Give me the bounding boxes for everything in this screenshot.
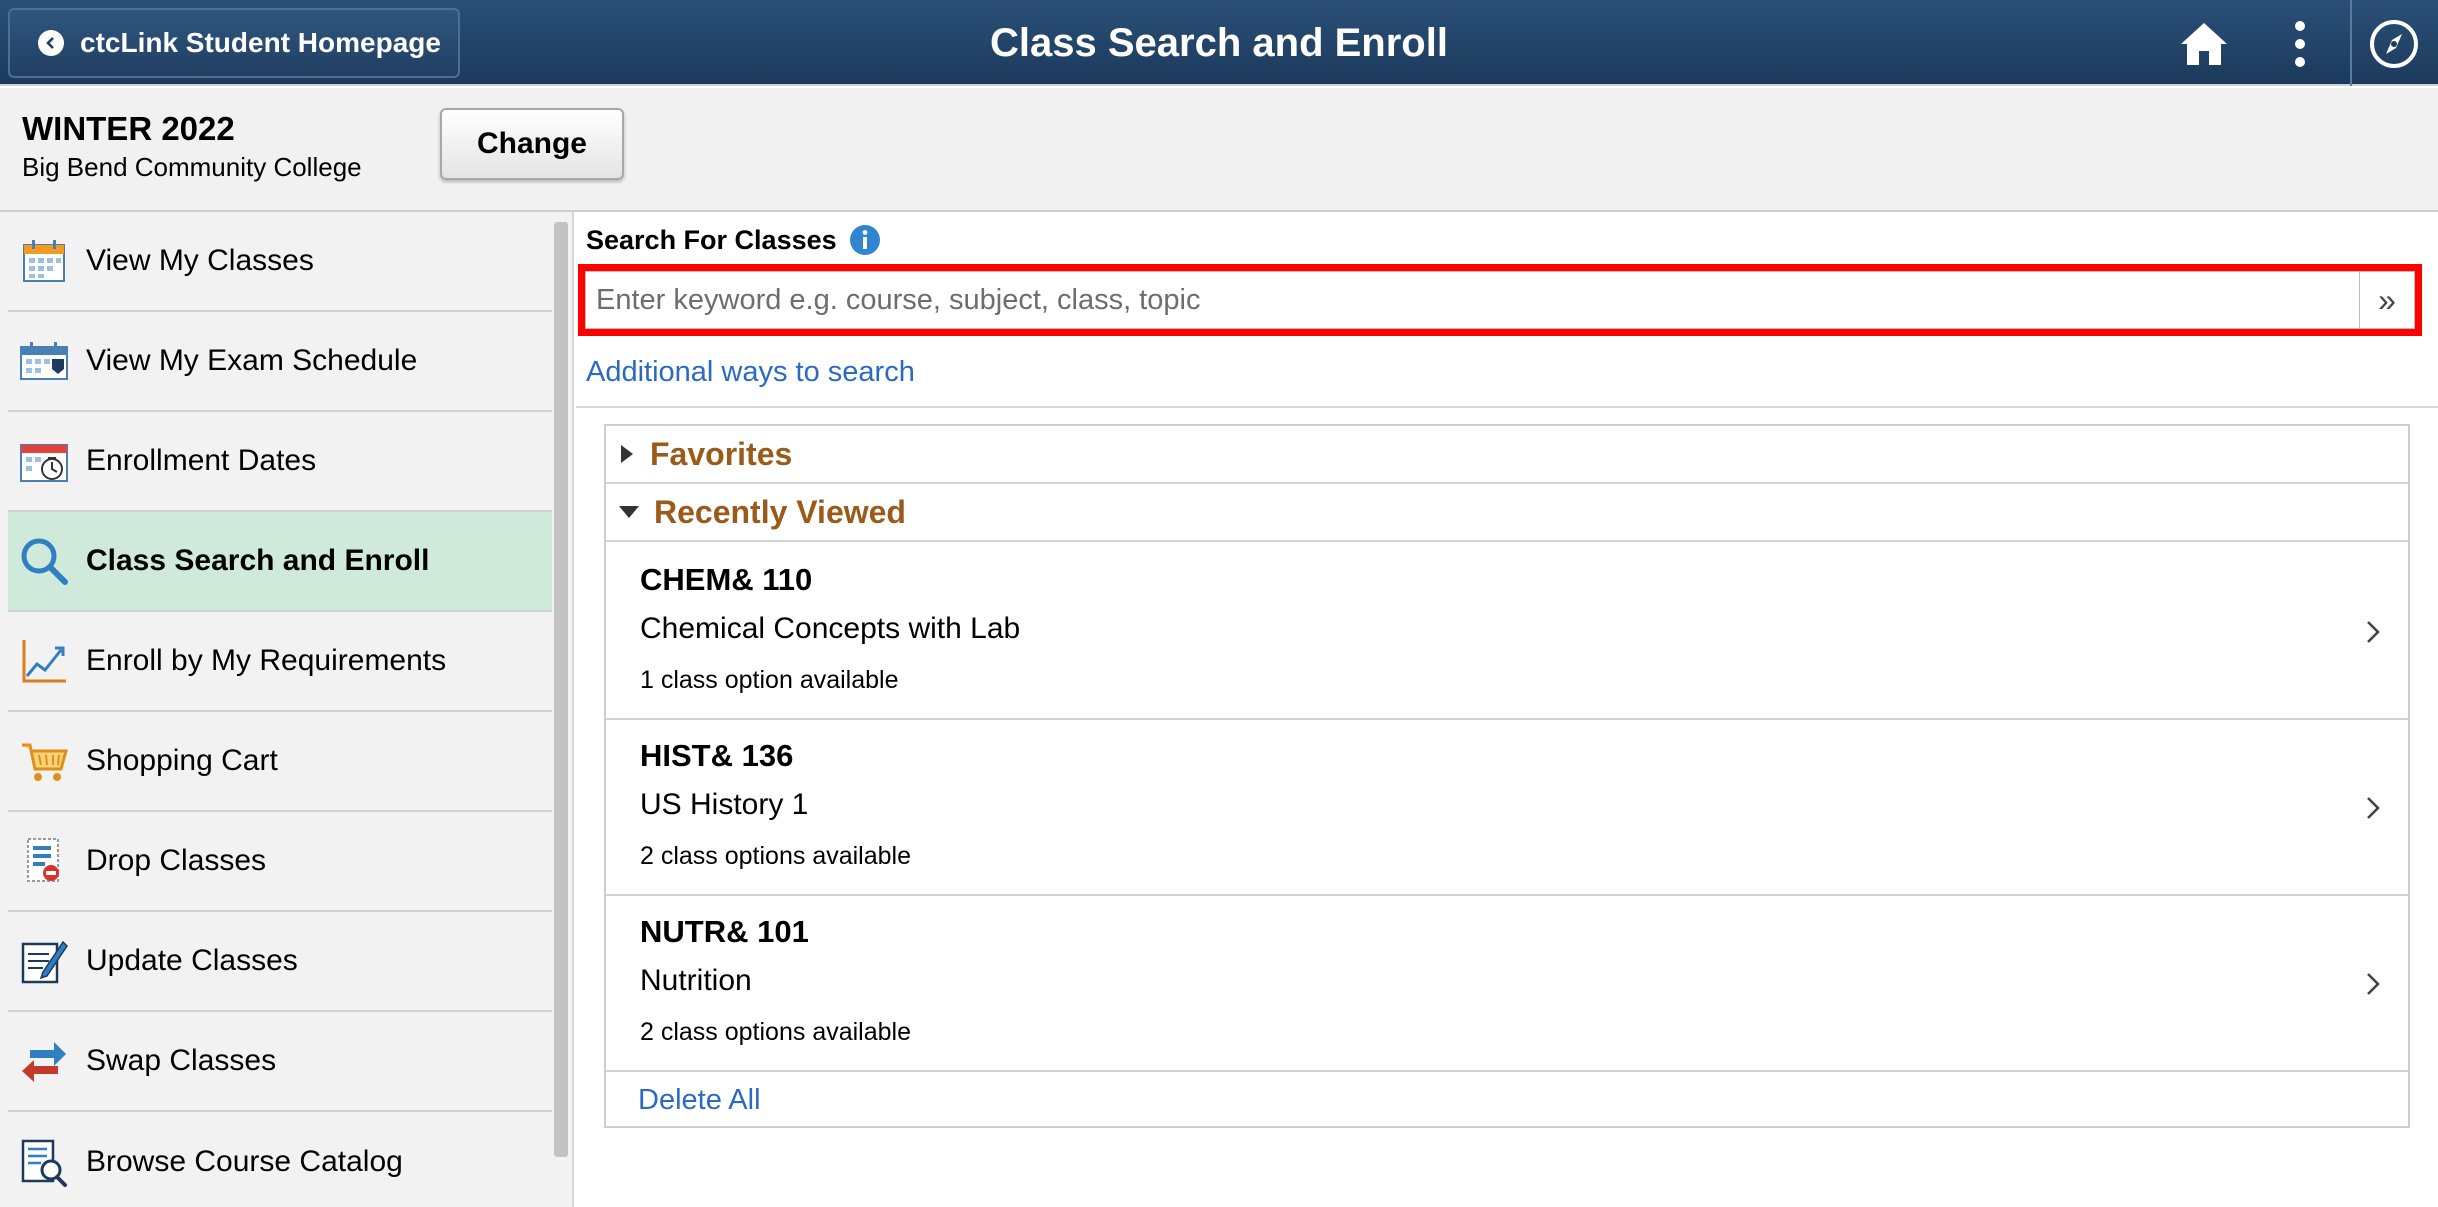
course-code: NUTR& 101 — [640, 914, 809, 949]
course-row[interactable]: NUTR& 101 Nutrition 2 class options avai… — [606, 896, 2408, 1072]
sidebar-item-enrollment-dates[interactable]: Enrollment Dates — [8, 412, 552, 512]
course-options-count: 1 class option available — [640, 666, 899, 694]
sidebar-item-label: Update Classes — [86, 944, 298, 977]
chevron-right-icon — [2367, 797, 2380, 819]
sidebar-item-update-classes[interactable]: Update Classes — [8, 912, 552, 1012]
search-icon — [16, 533, 72, 589]
section-divider — [576, 406, 2438, 408]
search-section-label: Search For Classes — [586, 224, 881, 256]
term-bar: WINTER 2022 Big Bend Community College C… — [0, 88, 2438, 212]
sidebar-item-enroll-by-my-requirements[interactable]: Enroll by My Requirements — [8, 612, 552, 712]
sidebar-item-drop-classes[interactable]: Drop Classes — [8, 812, 552, 912]
recently-viewed-title: Recently Viewed — [654, 493, 906, 530]
search-input[interactable] — [585, 271, 2359, 329]
course-row[interactable]: HIST& 136 US History 1 2 class options a… — [606, 720, 2408, 896]
chevron-right-icon — [2367, 973, 2380, 995]
sidebar-item-swap-classes[interactable]: Swap Classes — [8, 1012, 552, 1112]
sidebar-item-class-search-and-enroll[interactable]: Class Search and Enroll — [8, 512, 552, 612]
sidebar-item-label: Enroll by My Requirements — [86, 644, 447, 677]
sidebar-item-label: Shopping Cart — [86, 744, 278, 777]
home-icon[interactable] — [2176, 16, 2232, 72]
expand-triangle-icon — [621, 445, 633, 463]
delete-all-link[interactable]: Delete All — [638, 1084, 761, 1117]
favorites-header[interactable]: Favorites — [606, 426, 2408, 484]
search-submit-button[interactable]: » — [2359, 271, 2415, 329]
back-button-label: ctcLink Student Homepage — [80, 27, 441, 58]
swap-arrows-icon — [16, 1033, 72, 1089]
sidebar-item-label: Swap Classes — [86, 1044, 277, 1077]
sidebar-item-shopping-cart[interactable]: Shopping Cart — [8, 712, 552, 812]
favorites-title: Favorites — [650, 435, 793, 472]
navbar-compass-icon[interactable] — [2366, 16, 2422, 72]
shopping-cart-icon — [16, 733, 72, 789]
exam-calendar-icon — [16, 333, 72, 389]
drop-list-icon — [16, 833, 72, 889]
info-icon[interactable] — [849, 224, 881, 256]
change-term-button[interactable]: Change — [440, 108, 624, 180]
trend-chart-icon — [16, 633, 72, 689]
term-name: WINTER 2022 — [22, 110, 235, 147]
recently-viewed-header[interactable]: Recently Viewed — [606, 484, 2408, 542]
additional-ways-to-search-link[interactable]: Additional ways to search — [586, 356, 915, 389]
sidebar-scrollbar[interactable] — [554, 222, 568, 1157]
sidebar-item-label: View My Exam Schedule — [86, 344, 418, 377]
more-options-icon[interactable] — [2272, 16, 2328, 72]
course-title: US History 1 — [640, 788, 809, 821]
sidebar-item-label: Drop Classes — [86, 844, 267, 877]
sidebar-item-label: Enrollment Dates — [86, 444, 317, 477]
search-history-panel: Favorites Recently Viewed CHEM& 110 Chem… — [604, 424, 2410, 1128]
chevron-right-icon — [2367, 621, 2380, 643]
sidebar-item-view-my-exam-schedule[interactable]: View My Exam Schedule — [8, 312, 552, 412]
course-code: HIST& 136 — [640, 738, 794, 773]
search-label-text: Search For Classes — [586, 224, 837, 255]
course-title: Nutrition — [640, 964, 752, 997]
course-code: CHEM& 110 — [640, 562, 813, 597]
header-bar: ctcLink Student Homepage Class Search an… — [0, 0, 2438, 86]
sidebar-item-label: Browse Course Catalog — [86, 1145, 403, 1178]
course-title: Chemical Concepts with Lab — [640, 612, 1021, 645]
back-to-homepage-button[interactable]: ctcLink Student Homepage — [8, 8, 460, 78]
sidebar-item-view-my-classes[interactable]: View My Classes — [8, 212, 552, 312]
college-name: Big Bend Community College — [22, 152, 362, 182]
header-divider — [2350, 0, 2352, 86]
course-options-count: 2 class options available — [640, 1018, 911, 1046]
collapse-triangle-icon — [619, 506, 639, 518]
catalog-search-icon — [16, 1134, 72, 1190]
sidebar-item-label: Class Search and Enroll — [86, 544, 430, 577]
calendar-clock-icon — [16, 433, 72, 489]
calendar-icon — [16, 233, 72, 289]
sidebar-item-browse-course-catalog[interactable]: Browse Course Catalog — [8, 1112, 552, 1207]
back-chevron-icon — [38, 30, 64, 56]
sidebar-item-label: View My Classes — [86, 244, 314, 277]
edit-document-icon — [16, 933, 72, 989]
search-box-highlight: » — [578, 264, 2422, 336]
course-options-count: 2 class options available — [640, 842, 911, 870]
course-row[interactable]: CHEM& 110 Chemical Concepts with Lab 1 c… — [606, 544, 2408, 720]
